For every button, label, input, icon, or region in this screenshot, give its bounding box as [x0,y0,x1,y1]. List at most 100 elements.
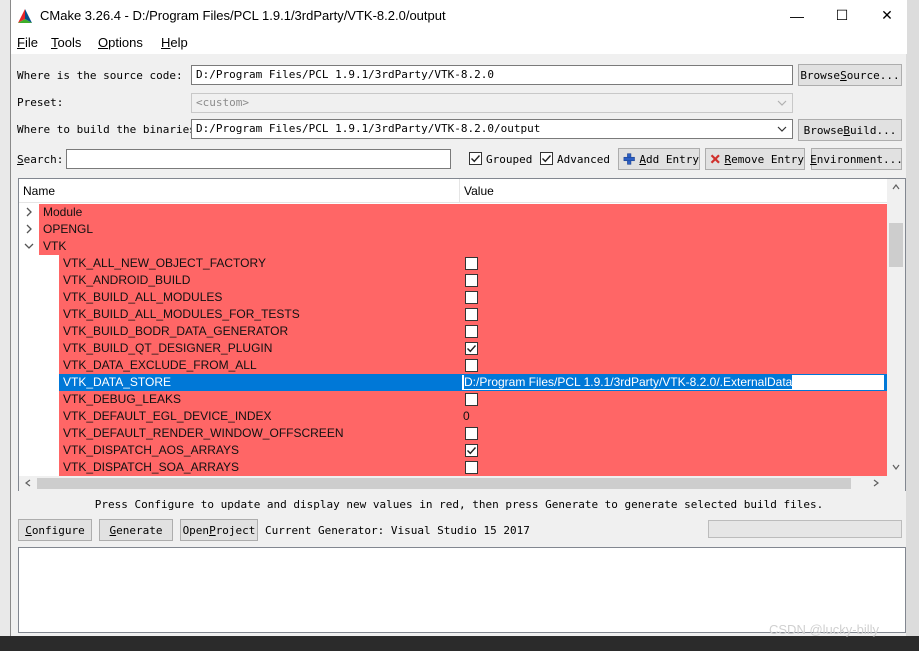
table-row[interactable]: VTK_ALL_NEW_OBJECT_FACTORY [19,255,887,272]
table-row[interactable]: VTK_ANDROID_BUILD [19,272,887,289]
value-checkbox[interactable] [465,444,478,457]
value-checkbox[interactable] [465,342,478,355]
chevron-right-icon[interactable] [24,207,34,217]
entry-name: VTK_DATA_EXCLUDE_FROM_ALL [63,358,257,372]
menu-bar: File Tools Options Help [11,31,907,54]
remove-entry-button[interactable]: Remove Entry [705,148,805,170]
value-checkbox[interactable] [465,461,478,474]
progress-bar [708,520,902,538]
menu-options[interactable]: Options [98,35,143,50]
menu-help[interactable]: Help [161,35,188,50]
entry-name: VTK_BUILD_QT_DESIGNER_PLUGIN [63,341,273,355]
chevron-down-icon[interactable] [775,121,789,137]
maximize-button[interactable]: ☐ [819,0,865,31]
window-title: CMake 3.26.4 - D:/Program Files/PCL 1.9.… [40,8,446,23]
table-row[interactable]: VTK_DISPATCH_AOS_ARRAYS [19,442,887,459]
grouped-checkbox[interactable] [469,152,482,165]
value-checkbox[interactable] [465,257,478,270]
open-project-button[interactable]: Open Project [180,519,258,541]
table-row[interactable]: VTK_DATA_STORE D:/Program Files/PCL 1.9.1… [19,374,887,391]
value-checkbox[interactable] [465,393,478,406]
table-row[interactable]: VTK_BUILD_BODR_DATA_GENERATOR [19,323,887,340]
browse-build-button[interactable]: Browse Build... [798,119,902,141]
current-generator-label: Current Generator: Visual Studio 15 2017 [265,524,530,537]
checkmark-icon [471,155,481,163]
remove-icon [710,154,720,164]
value-checkbox[interactable] [465,427,478,440]
menu-file[interactable]: File [17,35,38,50]
table-row[interactable]: OPENGL [19,221,887,238]
table-row[interactable]: VTK_DEFAULT_RENDER_WINDOW_OFFSCREEN [19,425,887,442]
entry-value: D:/Program Files/PCL 1.9.1/3rdParty/VTK-… [464,375,793,389]
generate-button[interactable]: Generate [99,519,173,541]
scroll-up-icon[interactable] [891,182,901,192]
column-header-name[interactable]: Name [23,184,55,198]
background-window-right [906,0,919,651]
table-row[interactable]: VTK_DEBUG_LEAKS [19,391,887,408]
table-row[interactable]: VTK_BUILD_ALL_MODULES_FOR_TESTS [19,306,887,323]
table-row[interactable]: VTK_DEFAULT_EGL_DEVICE_INDEX 0 [19,408,887,425]
entry-name: VTK_DEFAULT_EGL_DEVICE_INDEX [63,409,272,423]
value-editor-input[interactable]: D:/Program Files/PCL 1.9.1/3rdParty/VTK-… [461,374,885,391]
source-label: Where is the source code: [17,69,183,82]
group-name: Module [43,205,83,219]
horizontal-scrollbar[interactable] [19,476,887,491]
scroll-left-icon[interactable] [23,478,33,488]
value-checkbox[interactable] [465,274,478,287]
entry-name: VTK_DISPATCH_AOS_ARRAYS [63,443,240,457]
scroll-corner [887,476,905,491]
output-log[interactable] [18,547,906,633]
table-row[interactable]: VTK_DATA_EXCLUDE_FROM_ALL [19,357,887,374]
column-divider[interactable] [459,179,460,203]
scroll-down-icon[interactable] [891,462,901,472]
close-button[interactable]: ✕ [864,0,910,31]
background-window-left [0,0,10,651]
value-checkbox[interactable] [465,308,478,321]
table-row[interactable]: VTK [19,238,887,255]
column-header-value[interactable]: Value [464,184,494,198]
table-row[interactable]: VTK_BUILD_ALL_MODULES [19,289,887,306]
background-taskbar [0,636,919,651]
scroll-right-icon[interactable] [871,478,881,488]
configure-button[interactable]: Configure [18,519,92,541]
table-row[interactable]: Module [19,204,887,221]
entry-name: VTK_BUILD_ALL_MODULES [63,290,223,304]
vertical-scrollbar-thumb[interactable] [889,223,903,267]
vertical-scrollbar[interactable] [887,179,905,476]
chevron-down-icon [777,100,787,106]
entry-name: VTK_ALL_NEW_OBJECT_FACTORY [63,256,266,270]
checkmark-icon [467,447,477,455]
entry-value[interactable]: 0 [463,409,470,423]
cmake-logo-icon [18,9,32,23]
chevron-right-icon[interactable] [24,224,34,234]
entry-name: VTK_DISPATCH_SOA_ARRAYS [63,460,240,474]
chevron-down-icon[interactable] [24,241,34,251]
environment-button[interactable]: Environment... [810,148,903,170]
menu-tools[interactable]: Tools [51,35,81,50]
add-entry-button[interactable]: Add Entry [618,148,700,170]
horizontal-scrollbar-thumb[interactable] [37,478,851,489]
hint-text: Press Configure to update and display ne… [94,498,824,511]
table-row[interactable]: VTK_DISPATCH_SOA_ARRAYS [19,459,887,476]
minimize-button[interactable]: — [774,0,820,31]
entry-name: VTK_BUILD_ALL_MODULES_FOR_TESTS [63,307,300,321]
cache-table: Name Value Module OPENGL VTK VTK_ALL_NEW_OB… [18,178,906,491]
advanced-checkbox[interactable] [540,152,553,165]
build-path-combobox[interactable]: D:/Program Files/PCL 1.9.1/3rdParty/VTK-… [191,119,793,139]
advanced-label: Advanced [557,153,610,166]
value-checkbox[interactable] [465,325,478,338]
group-name: OPENGL [43,222,94,236]
preset-label: Preset: [17,96,64,109]
table-body: Module OPENGL VTK VTK_ALL_NEW_OBJECT_FACTOR… [19,204,887,476]
title-bar[interactable]: CMake 3.26.4 - D:/Program Files/PCL 1.9.… [11,0,907,31]
watermark: CSDN @lucky-billy [769,622,879,637]
value-checkbox[interactable] [465,291,478,304]
table-row[interactable]: VTK_BUILD_QT_DESIGNER_PLUGIN [19,340,887,357]
table-header: Name Value [19,179,887,203]
search-input[interactable] [66,149,451,169]
plus-icon [623,153,635,165]
source-path-input[interactable]: D:/Program Files/PCL 1.9.1/3rdParty/VTK-… [191,65,793,85]
group-name: VTK [43,239,67,253]
value-checkbox[interactable] [465,359,478,372]
browse-source-button[interactable]: Browse Source... [798,64,902,86]
